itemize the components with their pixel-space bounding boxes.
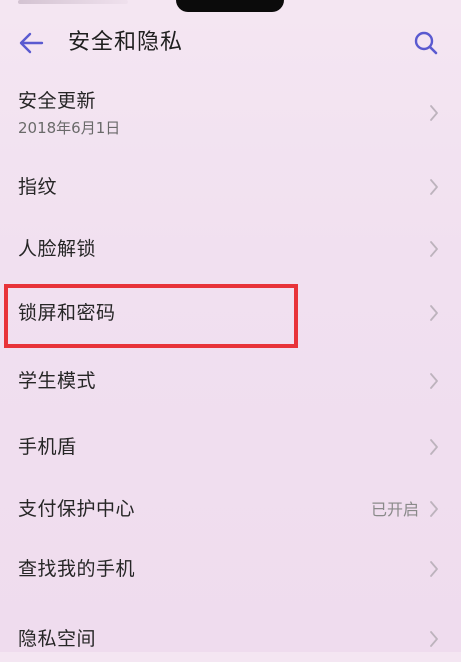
list-item-student-mode[interactable]: 学生模式 xyxy=(0,348,461,416)
status-value: 已开启 xyxy=(370,500,419,519)
list-item-security-update[interactable]: 安全更新 2018年6月1日 xyxy=(0,72,461,158)
camera-notch xyxy=(176,0,284,12)
list-item-label: 学生模式 xyxy=(18,370,97,392)
chevron-right-icon xyxy=(430,105,438,121)
settings-list: 安全更新 2018年6月1日 指纹 人脸解锁 锁屏和密码 学生模式 手机盾 支付… xyxy=(0,72,461,662)
chevron-right-icon xyxy=(430,439,438,455)
list-item-phone-shield[interactable]: 手机盾 xyxy=(0,416,461,478)
list-item-label: 手机盾 xyxy=(18,436,77,458)
chevron-right-icon xyxy=(430,179,438,195)
page-title: 安全和隐私 xyxy=(68,30,184,55)
chevron-right-icon xyxy=(430,501,438,517)
list-item-fingerprint[interactable]: 指纹 xyxy=(0,158,461,220)
list-item-label: 指纹 xyxy=(18,176,58,198)
back-arrow-icon[interactable] xyxy=(14,26,48,60)
list-item-label: 支付保护中心 xyxy=(18,498,136,520)
chevron-right-icon xyxy=(430,305,438,321)
chevron-right-icon xyxy=(430,561,438,577)
list-item-label: 隐私空间 xyxy=(18,628,97,650)
chevron-right-icon xyxy=(430,241,438,257)
app-header: 安全和隐私 xyxy=(0,14,461,72)
list-item-payment-protection[interactable]: 支付保护中心 已开启 xyxy=(0,478,461,538)
list-item-find-my-phone[interactable]: 查找我的手机 xyxy=(0,538,461,602)
list-item-lock-screen-password[interactable]: 锁屏和密码 xyxy=(0,282,461,348)
list-item-private-space[interactable]: 隐私空间 xyxy=(0,602,461,662)
search-icon[interactable] xyxy=(408,26,444,60)
list-item-label: 锁屏和密码 xyxy=(18,302,116,324)
list-item-subtitle: 2018年6月1日 xyxy=(18,119,121,137)
list-item-label: 查找我的手机 xyxy=(18,558,136,580)
list-item-label: 安全更新 xyxy=(18,90,97,112)
list-item-label: 人脸解锁 xyxy=(18,238,97,260)
status-bar xyxy=(0,0,461,14)
chevron-right-icon xyxy=(430,373,438,389)
list-item-face-unlock[interactable]: 人脸解锁 xyxy=(0,220,461,282)
status-icons xyxy=(18,0,128,4)
chevron-right-icon xyxy=(430,631,438,647)
